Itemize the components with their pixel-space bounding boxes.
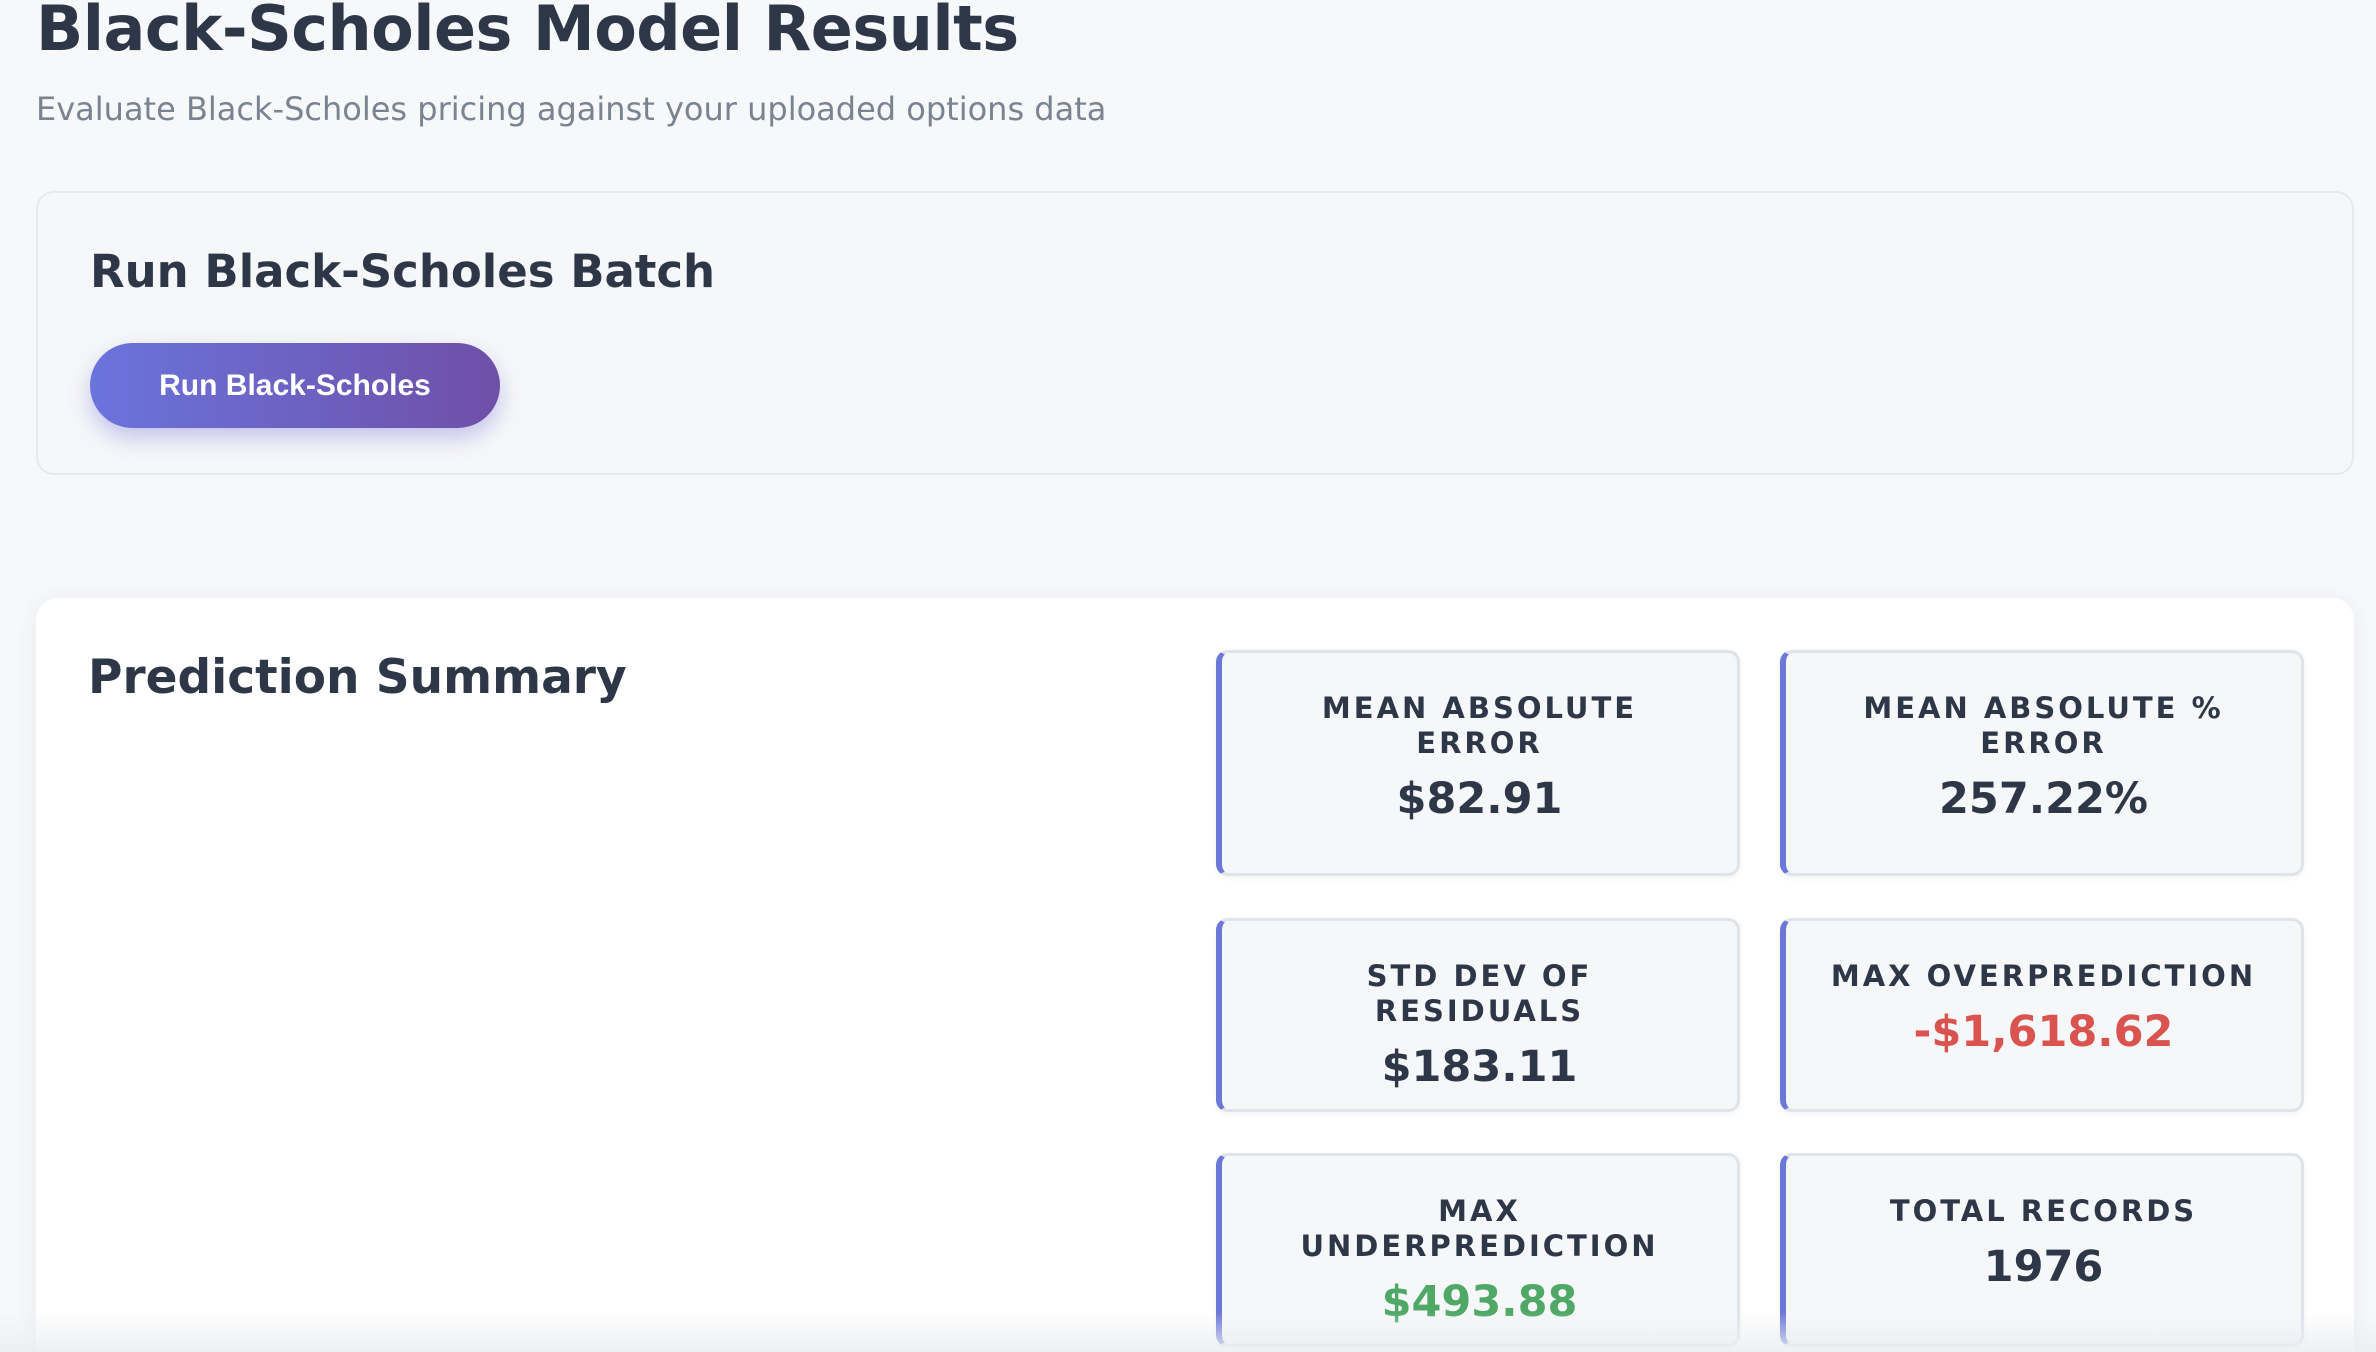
- run-batch-title: Run Black-Scholes Batch: [90, 245, 716, 298]
- page: Black-Scholes Model Results Evaluate Bla…: [0, 0, 2376, 1352]
- metric-card-std-dev-residuals: STD DEV OF RESIDUALS $183.11: [1216, 918, 1740, 1112]
- run-black-scholes-button[interactable]: Run Black-Scholes: [90, 343, 500, 428]
- metric-label: MAX UNDERPREDICTION: [1300, 1194, 1659, 1263]
- run-batch-card: Run Black-Scholes Batch Run Black-Schole…: [36, 191, 2354, 475]
- prediction-summary-card: Prediction Summary MEAN ABSOLUTE ERROR $…: [36, 598, 2354, 1352]
- prediction-summary-title: Prediction Summary: [88, 650, 627, 705]
- metric-card-total-records: TOTAL RECORDS 1976: [1780, 1153, 2304, 1347]
- metric-card-max-overprediction: MAX OVERPREDICTION -$1,618.62: [1780, 918, 2304, 1112]
- metric-value: $493.88: [1381, 1277, 1578, 1327]
- page-title: Black-Scholes Model Results: [36, 0, 1019, 65]
- metric-value: 1976: [1983, 1242, 2104, 1292]
- metric-label: MEAN ABSOLUTE ERROR: [1321, 691, 1638, 760]
- metric-label: MEAN ABSOLUTE % ERROR: [1863, 691, 2224, 760]
- page-subtitle: Evaluate Black-Scholes pricing against y…: [36, 90, 1107, 128]
- metric-card-max-underprediction: MAX UNDERPREDICTION $493.88: [1216, 1153, 1740, 1347]
- metric-label: STD DEV OF RESIDUALS: [1366, 959, 1593, 1028]
- metric-value: $183.11: [1381, 1042, 1578, 1092]
- metric-label: MAX OVERPREDICTION: [1830, 959, 2257, 993]
- metric-value: -$1,618.62: [1913, 1007, 2174, 1057]
- metric-value: $82.91: [1396, 774, 1563, 824]
- metric-label: TOTAL RECORDS: [1889, 1194, 2198, 1228]
- metric-card-mean-absolute-error: MEAN ABSOLUTE ERROR $82.91: [1216, 650, 1740, 876]
- metric-card-mean-absolute-percent-error: MEAN ABSOLUTE % ERROR 257.22%: [1780, 650, 2304, 876]
- metric-value: 257.22%: [1938, 774, 2149, 824]
